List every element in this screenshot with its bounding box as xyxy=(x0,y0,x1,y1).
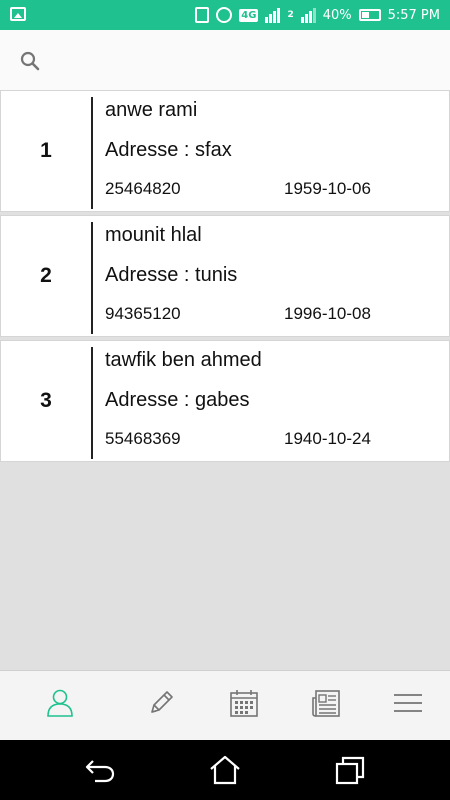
status-bar: 4G 2 40% 5:57 PM xyxy=(0,0,450,30)
tab-calendar[interactable] xyxy=(224,681,264,725)
recents-icon xyxy=(335,756,365,785)
vibrate-icon xyxy=(195,7,210,23)
home-icon xyxy=(210,755,240,785)
item-date: 1996-10-08 xyxy=(284,304,371,323)
battery-percent: 40% xyxy=(322,7,352,23)
item-phone: 25464820 xyxy=(105,179,181,198)
item-address: Adresse : tunis xyxy=(105,264,238,286)
item-name: tawfik ben ahmed xyxy=(105,349,262,371)
list-item[interactable]: 1 anwe rami Adresse : sfax 25464820 1959… xyxy=(0,90,450,212)
item-divider xyxy=(91,222,93,334)
signal-icon-2 xyxy=(300,7,316,23)
recents-button[interactable] xyxy=(330,752,370,788)
battery-icon xyxy=(358,9,381,21)
item-address: Adresse : gabes xyxy=(105,389,250,411)
search-icon[interactable] xyxy=(18,49,42,73)
signal-icon xyxy=(265,7,281,23)
menu-icon xyxy=(394,694,422,712)
tab-news[interactable] xyxy=(306,681,346,725)
contact-list: 1 anwe rami Adresse : sfax 25464820 1959… xyxy=(0,90,450,465)
back-button[interactable] xyxy=(80,752,120,788)
sim-indicator: 2 xyxy=(287,10,294,20)
tab-profile[interactable] xyxy=(40,681,80,725)
network-type-badge: 4G xyxy=(239,8,259,22)
item-date: 1959-10-06 xyxy=(284,179,371,198)
system-nav-bar xyxy=(0,740,450,800)
back-icon xyxy=(85,760,115,783)
item-phone: 55468369 xyxy=(105,429,181,448)
item-name: anwe rami xyxy=(105,99,198,121)
item-phone: 94365120 xyxy=(105,304,181,323)
clock: 5:57 PM xyxy=(387,7,440,23)
item-number: 3 xyxy=(40,389,52,412)
item-divider xyxy=(91,97,93,209)
list-item[interactable]: 2 mounit hlal Adresse : tunis 94365120 1… xyxy=(0,215,450,337)
tab-edit[interactable] xyxy=(141,681,181,725)
user-icon xyxy=(47,689,73,717)
item-name: mounit hlal xyxy=(105,224,202,246)
calendar-icon xyxy=(230,690,258,717)
tab-menu[interactable] xyxy=(388,681,428,725)
item-date: 1940-10-24 xyxy=(284,429,371,448)
bottom-tab-bar xyxy=(0,670,450,740)
item-number: 1 xyxy=(40,139,52,162)
item-address: Adresse : sfax xyxy=(105,139,232,161)
home-button[interactable] xyxy=(205,752,245,788)
alarm-icon xyxy=(216,7,233,23)
list-item[interactable]: 3 tawfik ben ahmed Adresse : gabes 55468… xyxy=(0,340,450,462)
item-divider xyxy=(91,347,93,459)
search-input[interactable] xyxy=(54,45,434,75)
image-notification-icon xyxy=(10,7,26,21)
search-bar xyxy=(0,30,450,90)
item-number: 2 xyxy=(40,264,52,287)
pencil-icon xyxy=(151,691,173,713)
status-icons: 4G 2 40% 5:57 PM xyxy=(195,0,440,30)
newspaper-icon xyxy=(312,690,340,717)
